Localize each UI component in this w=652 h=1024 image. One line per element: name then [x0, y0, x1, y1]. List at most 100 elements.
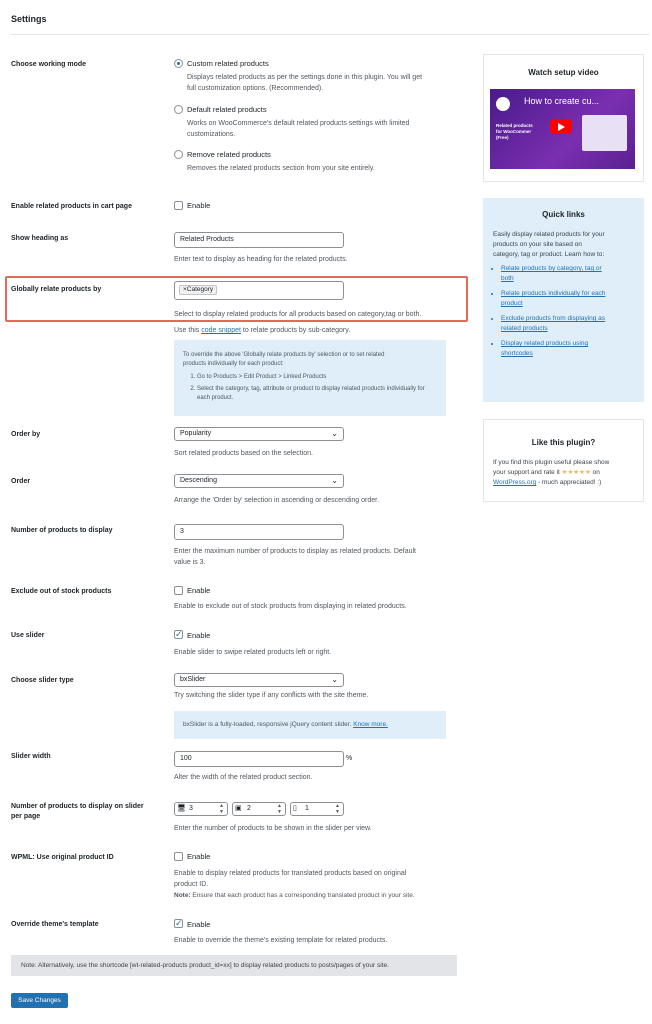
slider-type-select[interactable]: bxSlider ⌄ [174, 673, 344, 687]
exclude-stock-label: Exclude out of stock products [11, 588, 112, 595]
wpml-checkbox[interactable] [174, 852, 183, 861]
quick-links-title: Quick links [542, 210, 585, 219]
tablet-count-value: 2 [247, 805, 251, 812]
quick-link-individual[interactable]: Relate products individually for each pro… [501, 289, 633, 309]
slider-width-input[interactable]: 100 [174, 751, 344, 767]
override-info-box: To override the above 'Globally relate p… [174, 340, 446, 416]
video-title: Watch setup video [528, 68, 599, 77]
quick-link-exclude[interactable]: Exclude products from displaying as relat… [501, 314, 633, 334]
custom-desc-2: full customization options. (Recommended… [187, 85, 324, 92]
exclude-stock-checkbox[interactable] [174, 586, 183, 595]
desktop-icon: 🖥 [177, 805, 186, 812]
quick-link-category-tag[interactable]: Relate products by category, tag or both [501, 264, 633, 284]
video-thumbnail[interactable]: How to create cu... Related products for… [490, 89, 635, 169]
globally-desc: Select to display related products for a… [174, 311, 422, 318]
cart-page-label: Enable related products in cart page [11, 203, 132, 210]
wordpress-org-link[interactable]: WordPress.org [493, 479, 536, 486]
slider-width-desc: Alter the width of the related product s… [174, 774, 313, 781]
quick-links-intro: Easily display related products for your… [493, 230, 605, 260]
save-changes-button[interactable]: Save Changes [11, 993, 68, 1008]
quick-link-4-line-1[interactable]: Display related products using [501, 340, 588, 347]
code-snippet-link[interactable]: code snippet [201, 327, 241, 334]
quick-links-intro-1: Easily display related products for your [493, 231, 605, 238]
like-line-2-pre: your support and rate it [493, 469, 562, 476]
like-line-2-post: on [590, 469, 600, 476]
radio-default-related[interactable] [174, 105, 183, 114]
radio-custom-related[interactable] [174, 59, 183, 68]
radio-default-label: Default related products [187, 105, 267, 114]
order-by-select[interactable]: Popularity ⌄ [174, 427, 344, 441]
order-select[interactable]: Descending ⌄ [174, 474, 344, 488]
stepper-arrows-icon[interactable]: ▲ ▼ [219, 803, 224, 815]
checkmark-icon: ✓ [175, 629, 183, 639]
chevron-down-icon: ⌄ [331, 675, 338, 684]
checkmark-icon: ✓ [175, 918, 183, 928]
stepper-arrows-icon[interactable]: ▲ ▼ [277, 803, 282, 815]
exclude-stock-desc: Enable to exclude out of stock products … [174, 603, 407, 610]
quick-link-2-line-2[interactable]: product [501, 300, 523, 307]
heading-label: Show heading as [11, 235, 69, 242]
use-slider-label: Use slider [11, 632, 45, 639]
override-step-2: Select the category, tag, attribute or p… [197, 385, 437, 403]
order-by-desc: Sort related products based on the selec… [174, 450, 313, 457]
override-template-option: Enable [187, 920, 211, 929]
tablet-icon: ▣ [235, 805, 242, 812]
wpml-note-bold: Note: [174, 892, 191, 899]
snippet-line: Use this code snippet to relate products… [174, 326, 350, 336]
wpml-note: Note: Ensure that each product has a cor… [174, 891, 415, 901]
play-icon[interactable] [550, 119, 572, 134]
override-template-label: Override theme's template [11, 921, 99, 928]
mobile-count-value: 1 [305, 805, 309, 812]
default-desc-2: customizations. [187, 131, 236, 138]
star-rating-icon[interactable]: ★★★★★ [562, 469, 591, 476]
tablet-count-input[interactable]: ▣ 2 ▲ ▼ [232, 802, 286, 816]
video-thumb-title: How to create cu... [524, 96, 600, 106]
slider-type-value: bxSlider [180, 676, 206, 683]
heading-input[interactable]: Related Products [174, 232, 344, 248]
override-template-checkbox[interactable]: ✓ [174, 918, 183, 928]
video-box: Watch setup video How to create cu... Re… [483, 54, 644, 182]
video-thumb-sub: Related products for WooCommer (Free) [496, 123, 533, 141]
mobile-count-input[interactable]: ▯ 1 ▲ ▼ [290, 802, 344, 816]
order-value: Descending [180, 477, 217, 484]
quick-link-4-line-2[interactable]: shortcodes [501, 350, 533, 357]
heading-desc: Enter text to display as heading for the… [174, 256, 348, 263]
quick-link-1-line-1[interactable]: Relate products by category, tag or [501, 265, 602, 272]
like-line-3: WordPress.org - much appreciated! :) [493, 478, 609, 488]
globally-tag-input[interactable]: ×Category [174, 281, 344, 300]
default-desc-1: Works on WooCommerce's default related p… [187, 120, 410, 127]
order-by-value: Popularity [180, 430, 212, 437]
stepper-arrows-icon[interactable]: ▲ ▼ [335, 803, 340, 815]
like-line-3-post: - much appreciated! :) [536, 479, 602, 486]
quick-link-shortcodes[interactable]: Display related products using shortcodes [501, 339, 633, 359]
wpml-desc-1: Enable to display related products for t… [174, 870, 407, 877]
quick-link-2-line-1[interactable]: Relate products individually for each [501, 290, 605, 297]
order-by-label: Order by [11, 431, 41, 438]
percent-unit: % [346, 755, 353, 762]
shortcode-note: Note: Alternatively, use the shortcode [… [11, 955, 457, 976]
quick-links-list: Relate products by category, tag orboth … [493, 264, 633, 364]
num-products-desc-1: Enter the maximum number of products to … [174, 548, 417, 555]
override-intro-1: To override the above 'Globally relate p… [183, 352, 385, 358]
wpml-option: Enable [187, 852, 211, 861]
use-slider-checkbox[interactable]: ✓ [174, 629, 183, 639]
num-products-input[interactable]: 3 [174, 524, 344, 540]
snippet-post: to relate products by sub-category. [240, 327, 351, 334]
quick-link-3-line-1[interactable]: Exclude products from displaying as [501, 315, 605, 322]
quick-link-1-line-2[interactable]: both [501, 275, 514, 282]
desktop-count-input[interactable]: 🖥 3 ▲ ▼ [174, 802, 228, 816]
mobile-icon: ▯ [293, 805, 297, 812]
know-more-link[interactable]: Know more. [353, 721, 388, 728]
chevron-down-icon: ⌄ [331, 476, 338, 485]
use-slider-desc: Enable slider to swipe related products … [174, 649, 332, 656]
per-page-label-1: Number of products to display on slider [11, 803, 144, 810]
exclude-stock-option: Enable [187, 586, 211, 595]
order-label: Order [11, 478, 31, 485]
cart-page-checkbox[interactable] [174, 201, 183, 210]
category-chip[interactable]: ×Category [179, 285, 218, 295]
radio-remove-related[interactable] [174, 150, 183, 159]
quick-link-3-line-2[interactable]: related products [501, 325, 548, 332]
desktop-count-value: 3 [189, 805, 193, 812]
video-thumb-sub-3: (Free) [496, 135, 509, 140]
like-title: Like this plugin? [531, 438, 596, 447]
